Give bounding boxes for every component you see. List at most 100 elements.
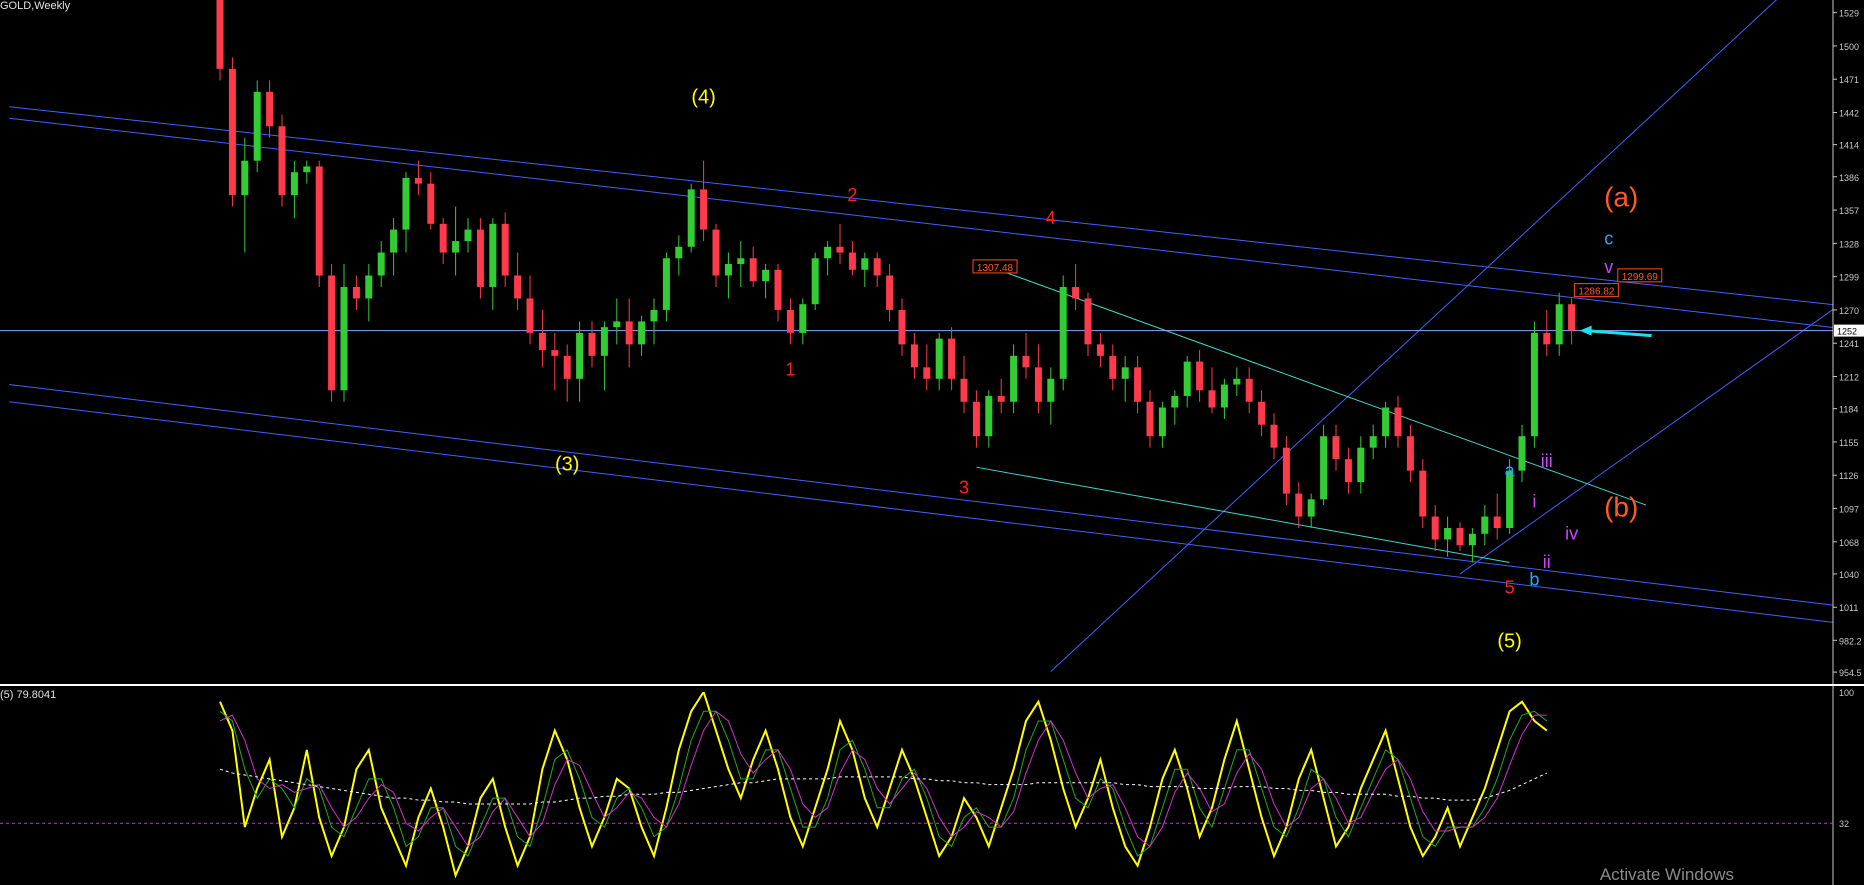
stochastic-oscillator (0, 692, 1833, 879)
candle (1245, 367, 1253, 414)
candle (576, 321, 584, 402)
candle-body (1481, 516, 1489, 534)
axis-tick-label: 954.5 (1839, 668, 1862, 678)
candle (228, 57, 236, 207)
candle-body (873, 258, 881, 276)
candle (464, 218, 472, 253)
candle (514, 252, 522, 310)
candle-body (1258, 401, 1266, 425)
candle-body (1568, 304, 1576, 331)
candle-body (390, 229, 398, 253)
candle (538, 309, 546, 368)
candle-body (1072, 286, 1080, 299)
candle-body (1134, 367, 1142, 402)
candle (675, 235, 683, 276)
candle-body (774, 269, 782, 310)
candle (1059, 275, 1067, 391)
osc-axis-tick-label: 100 (1839, 688, 1854, 698)
candle-body (576, 332, 584, 379)
wave-label: v (1604, 257, 1613, 277)
wave-label: (4) (691, 86, 715, 108)
candle (1134, 355, 1142, 414)
candle (687, 183, 695, 253)
candle-body (1047, 378, 1055, 402)
candle-body (1369, 436, 1377, 448)
candle (824, 241, 832, 276)
candle (786, 298, 794, 345)
wave-label: (5) (1497, 630, 1521, 652)
candle (737, 241, 745, 287)
candle-body (1530, 332, 1538, 437)
candle (1555, 292, 1563, 356)
candle-body (1171, 396, 1179, 408)
candle (1456, 522, 1464, 551)
candle-body (1295, 493, 1303, 517)
candle (1344, 447, 1352, 494)
candle-body (414, 177, 422, 184)
candle-body (811, 258, 819, 305)
candle-body (762, 269, 770, 282)
candle-body (1220, 384, 1228, 408)
candle-body (1444, 528, 1452, 540)
candle-body (1357, 447, 1365, 483)
price-box: 1307.48 (972, 259, 1018, 274)
candle (526, 275, 534, 345)
candle (935, 332, 943, 391)
candle (452, 206, 460, 276)
candle-body (1382, 407, 1390, 437)
candle (315, 160, 323, 287)
price-box-label: 1299.69 (1622, 272, 1659, 283)
candle-body (377, 252, 385, 276)
arrow-head (1579, 325, 1592, 336)
candle-body (315, 166, 323, 276)
candle-body (1158, 407, 1166, 437)
candle-body (1059, 286, 1067, 379)
candle (972, 390, 980, 448)
osc-axis-tick-label: 32 (1839, 819, 1849, 829)
wave-label: 2 (847, 185, 857, 205)
candle-body (588, 332, 596, 356)
wave-label: ii (1543, 552, 1551, 572)
candle (1158, 401, 1166, 448)
candle (290, 160, 298, 219)
candle-body (1394, 407, 1402, 437)
candle-body (836, 246, 844, 253)
candle-body (1010, 355, 1018, 402)
wave-label: (3) (555, 454, 579, 476)
axis-tick-label: 1040 (1839, 570, 1859, 580)
candle (724, 252, 732, 299)
wave-label: c (1604, 229, 1613, 249)
candle (1258, 390, 1266, 437)
candle-body (786, 309, 794, 333)
candle-body (427, 183, 435, 224)
axis-tick-label: 1126 (1839, 471, 1858, 481)
candle-body (861, 258, 869, 270)
candle (1208, 367, 1216, 414)
wave-label: 3 (959, 478, 969, 498)
candle-body (749, 258, 757, 282)
candle (848, 241, 856, 276)
candle-body (514, 275, 522, 299)
candle-body (1022, 355, 1030, 368)
axis-tick-label: 1155 (1839, 438, 1858, 448)
candle-body (1270, 424, 1278, 448)
candle-body (824, 246, 832, 259)
osc-series-line (219, 768, 1548, 805)
candle (1431, 505, 1439, 551)
candle-body (1233, 378, 1241, 385)
candle (1010, 344, 1018, 414)
candle (1096, 332, 1104, 368)
candle-body (1307, 499, 1315, 517)
candle-body (650, 309, 658, 322)
candle (1084, 292, 1092, 356)
candle-body (551, 350, 559, 356)
price-axis[interactable]: 1529 1500 1471 1442 1414 1386 1357 1328 1299 1270… (1832, 0, 1864, 885)
candle (811, 252, 819, 310)
candle (476, 218, 484, 299)
candle-body (675, 246, 683, 259)
axis-tick-label: 1097 (1839, 505, 1859, 515)
candle (427, 172, 435, 230)
candle-body (1146, 401, 1154, 437)
arrow-shaft (1585, 329, 1652, 338)
axis-tick-label: 1414 (1839, 141, 1859, 151)
